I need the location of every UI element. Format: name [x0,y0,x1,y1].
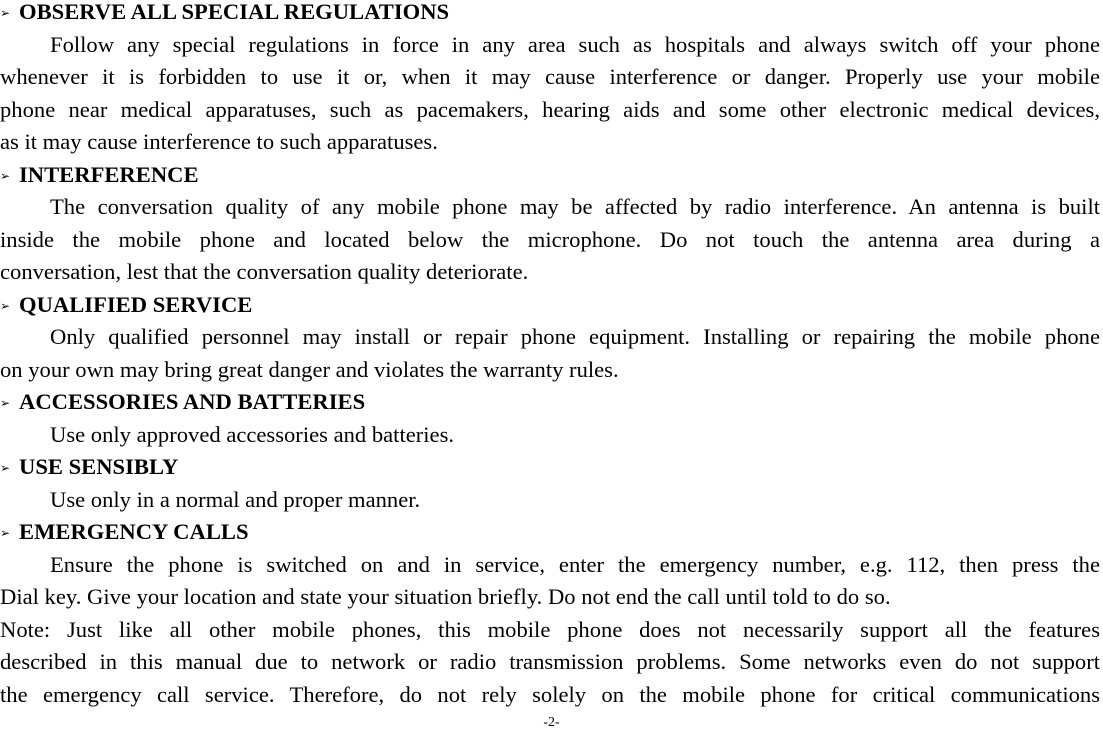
page-number: -2- [543,715,560,730]
section-heading-use-sensibly: ➢ USE SENSIBLY [0,451,178,484]
paragraph-line: whenever it is forbidden to use it or, w… [0,64,1100,89]
note-line: the emergency call service. Therefore, d… [0,681,1100,707]
paragraph-line: Use only approved accessories and batter… [50,421,455,447]
section-heading-special-regulations: ➢ OBSERVE ALL SPECIAL REGULATIONS [0,0,449,29]
section-heading-accessories-batteries: ➢ ACCESSORIES AND BATTERIES [0,386,365,419]
heading-text: EMERGENCY CALLS [19,519,249,544]
paragraph-line: inside the mobile phone and located belo… [0,226,1100,252]
heading-text: INTERFERENCE [19,161,199,187]
paragraph-line: on your own may bring great danger and v… [0,356,619,382]
heading-text: OBSERVE ALL SPECIAL REGULATIONS [19,0,450,24]
arrowhead-bullet-icon: ➢ [0,396,11,410]
arrowhead-bullet-icon: ➢ [0,461,11,475]
note-line: Note: Just like all other mobile phones,… [0,616,1100,642]
paragraph-line: as it may cause interference to such app… [0,129,438,154]
heading-text: ACCESSORIES AND BATTERIES [19,389,366,414]
paragraph-line: phone near medical apparatuses, such as … [0,96,1100,122]
arrowhead-bullet-icon: ➢ [0,526,11,540]
section-heading-qualified-service: ➢ QUALIFIED SERVICE [0,289,252,322]
paragraph-line: Use only in a normal and proper manner. [50,486,421,512]
paragraph-line: Dial key. Give your location and state y… [0,584,891,609]
arrowhead-bullet-icon: ➢ [0,6,11,20]
paragraph-line: Ensure the phone is switched on and in s… [50,551,1100,577]
heading-text: QUALIFIED SERVICE [19,291,253,317]
paragraph-line: Follow any special regulations in force … [50,31,1100,57]
arrowhead-bullet-icon: ➢ [0,168,11,183]
paragraph-line: The conversation quality of any mobile p… [50,194,1100,219]
arrowhead-bullet-icon: ➢ [0,298,11,313]
paragraph-line: conversation, lest that the conversation… [0,259,529,284]
heading-text: USE SENSIBLY [19,454,179,479]
paragraph-line: Only qualified personnel may install or … [50,324,1100,349]
section-heading-emergency-calls: ➢ EMERGENCY CALLS [0,516,249,549]
section-heading-interference: ➢ INTERFERENCE [0,159,199,192]
note-line: described in this manual due to network … [0,649,1100,674]
